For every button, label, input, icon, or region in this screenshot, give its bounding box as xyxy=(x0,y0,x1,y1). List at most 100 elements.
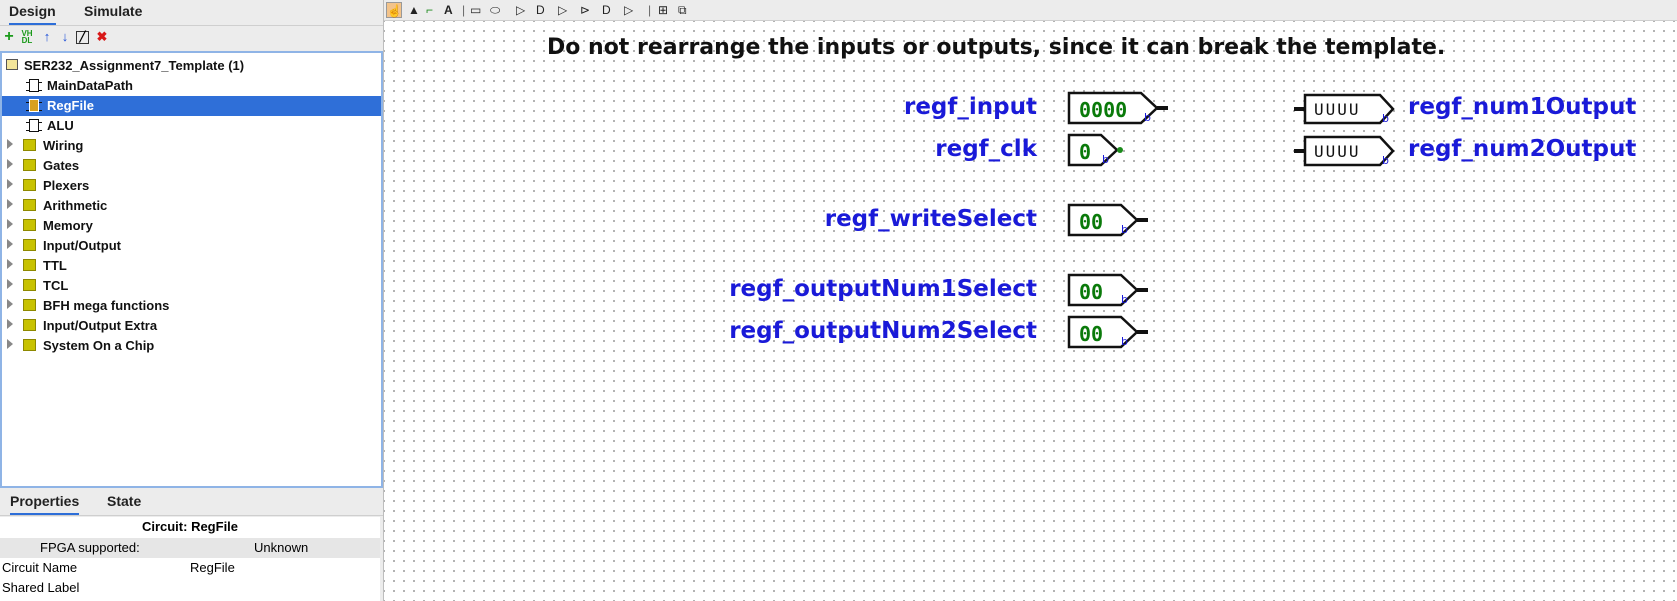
folder-icon xyxy=(23,139,36,151)
pin-value: 0 xyxy=(1079,140,1091,164)
output-pin-regf-num2output[interactable]: UUUU b xyxy=(1294,134,1395,168)
prop-row-circuit-name: Circuit Name RegFile xyxy=(2,560,235,575)
add-icon[interactable]: + xyxy=(2,29,16,45)
nor-gate-tool-icon[interactable]: ▷ xyxy=(624,2,633,18)
library-arithmetic[interactable]: Arithmetic xyxy=(2,196,381,216)
folder-icon xyxy=(23,159,36,171)
radix-suffix: b xyxy=(1102,153,1109,166)
input-pin-tool-icon[interactable]: ▭ xyxy=(470,2,481,18)
properties-tabs: Properties State xyxy=(0,489,383,516)
project-tree: SER232_Assignment7_Template (1) MainData… xyxy=(0,51,383,488)
not-gate-tool-icon[interactable]: ▷ xyxy=(516,2,525,18)
pin-value: 00 xyxy=(1079,210,1103,234)
library-memory[interactable]: Memory xyxy=(2,216,381,236)
tree-item-maindatapath[interactable]: MainDataPath xyxy=(2,76,381,96)
folder-icon xyxy=(23,299,36,311)
tree-item-regfile[interactable]: RegFile xyxy=(2,96,381,116)
radix-suffix: b xyxy=(1121,293,1128,306)
explorer-toolbar: + VH DL ↑ ↓ ╱ ✖ xyxy=(0,27,383,49)
subcircuit-tool-icon[interactable]: ⊞ xyxy=(658,2,668,18)
tab-properties[interactable]: Properties xyxy=(10,493,80,515)
folder-icon xyxy=(23,279,36,291)
output-pin-label: regf_num1Output xyxy=(1408,94,1637,120)
canvas-toolbar: ☝ ▲ ⌐ A | ▭ ⬭ ▷ D ▷ ⊳ D ▷ | ⊞ ⧉ xyxy=(384,0,1677,21)
delete-icon[interactable]: ✖ xyxy=(95,30,109,44)
library-wiring[interactable]: Wiring xyxy=(2,136,381,156)
pin-value: 00 xyxy=(1079,322,1103,346)
wire-tool-icon[interactable]: ⌐ xyxy=(426,2,433,18)
pin-value: UUUU xyxy=(1314,100,1361,119)
vhdl-icon[interactable]: VH DL xyxy=(20,30,34,45)
divider-icon: | xyxy=(648,3,652,17)
expand-arrow-icon[interactable] xyxy=(7,279,13,289)
expand-arrow-icon[interactable] xyxy=(7,319,13,329)
pin-value: 0000 xyxy=(1079,98,1127,122)
radix-suffix: b xyxy=(1382,154,1389,167)
move-down-icon[interactable]: ↓ xyxy=(58,30,72,44)
input-pin-regf-outputnum1select[interactable]: 00 b xyxy=(1067,273,1158,307)
tab-simulate[interactable]: Simulate xyxy=(84,3,142,23)
radix-suffix: b xyxy=(1121,335,1128,348)
expand-arrow-icon[interactable] xyxy=(7,139,13,149)
tab-state[interactable]: State xyxy=(107,493,141,509)
input-pin-regf-input[interactable]: 0000 b xyxy=(1067,91,1178,125)
library-ttl[interactable]: TTL xyxy=(2,256,381,276)
input-pin-regf-outputnum2select[interactable]: 00 b xyxy=(1067,315,1158,349)
properties-table: Circuit: RegFile FPGA supported: Unknown… xyxy=(0,517,380,601)
radix-suffix: b xyxy=(1121,223,1128,236)
expand-arrow-icon[interactable] xyxy=(7,179,13,189)
library-gates[interactable]: Gates xyxy=(2,156,381,176)
main-tabs: Design Simulate xyxy=(0,0,383,26)
expand-arrow-icon[interactable] xyxy=(7,219,13,229)
radix-suffix: b xyxy=(1144,111,1151,124)
project-icon xyxy=(6,59,18,70)
expand-arrow-icon[interactable] xyxy=(7,239,13,249)
input-pin-regf-clk[interactable]: 0 b xyxy=(1067,133,1138,167)
project-name: SER232_Assignment7_Template (1) xyxy=(24,58,245,73)
folder-icon xyxy=(23,179,36,191)
expand-arrow-icon[interactable] xyxy=(7,299,13,309)
properties-title: Circuit: RegFile xyxy=(141,519,239,534)
folder-icon xyxy=(23,219,36,231)
appearance-tool-icon[interactable]: ⧉ xyxy=(678,2,687,18)
tree-item-alu[interactable]: ALU xyxy=(2,116,381,136)
template-note: Do not rearrange the inputs or outputs, … xyxy=(547,35,1446,60)
poke-tool-icon[interactable]: ☝ xyxy=(386,2,402,18)
output-pin-regf-num1output[interactable]: UUUU b xyxy=(1294,92,1395,126)
folder-icon xyxy=(23,259,36,271)
and-gate-tool-icon[interactable]: D xyxy=(536,2,545,18)
expand-arrow-icon[interactable] xyxy=(7,159,13,169)
library-tcl[interactable]: TCL xyxy=(2,276,381,296)
folder-icon xyxy=(23,339,36,351)
xor-gate-tool-icon[interactable]: ⊳ xyxy=(580,2,590,18)
folder-icon xyxy=(23,199,36,211)
select-tool-icon[interactable]: ▲ xyxy=(408,2,420,18)
tree-project[interactable]: SER232_Assignment7_Template (1) xyxy=(2,56,381,76)
move-up-icon[interactable]: ↑ xyxy=(40,30,54,44)
library-input-output-extra[interactable]: Input/Output Extra xyxy=(2,316,381,336)
nand-gate-tool-icon[interactable]: D xyxy=(602,2,611,18)
input-pin-regf-writeselect[interactable]: 00 b xyxy=(1067,203,1158,237)
library-plexers[interactable]: Plexers xyxy=(2,176,381,196)
or-gate-tool-icon[interactable]: ▷ xyxy=(558,2,567,18)
edit-appearance-icon[interactable]: ╱ xyxy=(76,31,89,44)
expand-arrow-icon[interactable] xyxy=(7,199,13,209)
expand-arrow-icon[interactable] xyxy=(7,259,13,269)
radix-suffix: b xyxy=(1382,112,1389,125)
library-system-on-a-chip[interactable]: System On a Chip xyxy=(2,336,381,356)
text-tool-icon[interactable]: A xyxy=(444,2,453,18)
input-pin-label: regf_writeSelect xyxy=(824,206,1037,232)
input-pin-label: regf_outputNum2Select xyxy=(729,318,1037,344)
library-bfh-mega-functions[interactable]: BFH mega functions xyxy=(2,296,381,316)
tab-design[interactable]: Design xyxy=(9,3,56,25)
pin-value: UUUU xyxy=(1314,142,1361,161)
circuit-icon xyxy=(26,79,42,92)
library-input-output[interactable]: Input/Output xyxy=(2,236,381,256)
output-pin-label: regf_num2Output xyxy=(1408,136,1637,162)
output-pin-tool-icon[interactable]: ⬭ xyxy=(490,2,500,18)
explorer-panel: Design Simulate + VH DL ↑ ↓ ╱ ✖ SER232_As… xyxy=(0,0,384,601)
circuit-canvas[interactable]: Do not rearrange the inputs or outputs, … xyxy=(384,21,1677,601)
expand-arrow-icon[interactable] xyxy=(7,339,13,349)
divider-icon: | xyxy=(462,3,466,17)
circuit-icon xyxy=(26,99,42,112)
